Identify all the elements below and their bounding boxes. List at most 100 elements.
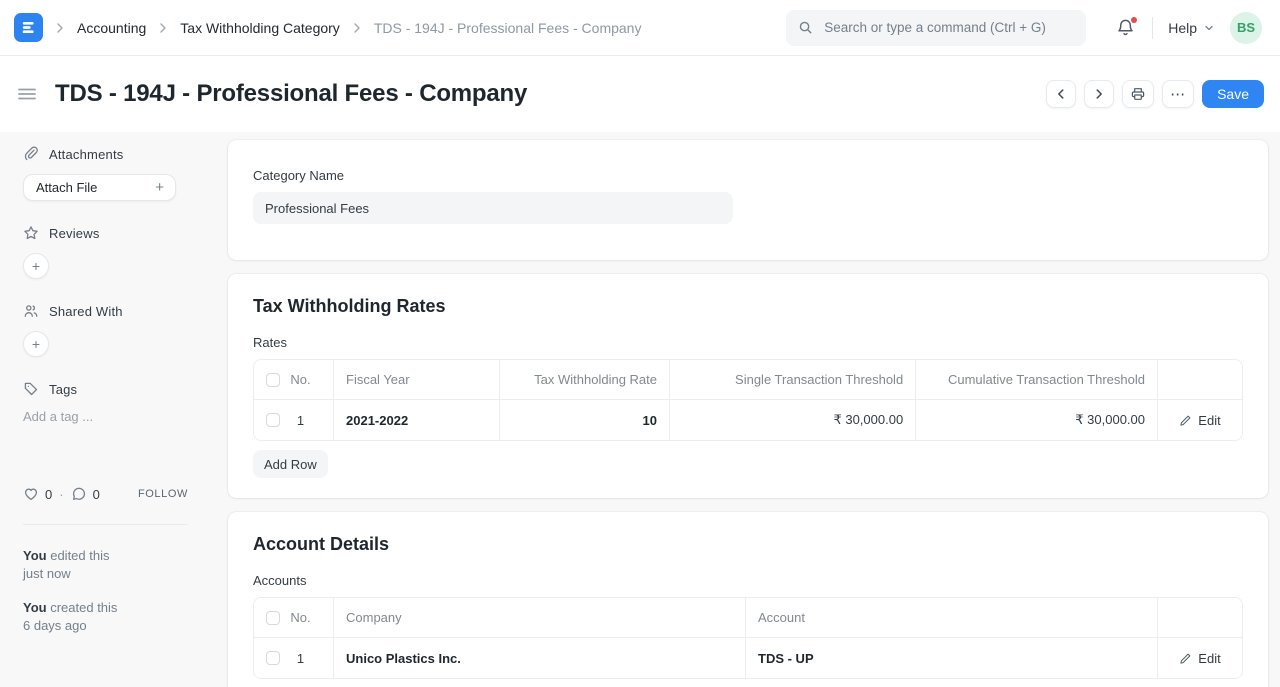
follow-button[interactable]: FOLLOW [138, 488, 188, 500]
column-tax-withholding-rate: Tax Withholding Rate [500, 360, 670, 399]
save-button[interactable]: Save [1202, 80, 1264, 108]
divider [1152, 17, 1153, 39]
column-edit [1158, 598, 1242, 637]
column-company: Company [334, 598, 746, 637]
cumulative-transaction-threshold-cell[interactable]: ₹ 30,000.00 [916, 400, 1158, 440]
section-title: Tax Withholding Rates [253, 296, 1243, 317]
chevron-left-icon [1054, 87, 1068, 101]
heart-icon [23, 486, 39, 502]
tax-withholding-rates-section: Tax Withholding Rates Rates No. Fiscal Y… [228, 274, 1268, 498]
rates-table-label: Rates [253, 335, 1243, 350]
like-button[interactable]: 0 [23, 486, 52, 502]
row-index: 1 [280, 413, 321, 428]
edit-row-button[interactable]: Edit [1179, 413, 1220, 428]
pencil-icon [1179, 414, 1192, 427]
breadcrumb-tax-withholding-category[interactable]: Tax Withholding Category [180, 20, 340, 36]
tags-section: Tags Add a tag ... [23, 381, 228, 424]
plus-icon: + [32, 258, 40, 274]
column-fiscal-year: Fiscal Year [334, 360, 500, 399]
tags-label: Tags [49, 382, 77, 397]
row-checkbox[interactable] [266, 413, 280, 427]
tax-withholding-rate-cell[interactable]: 10 [500, 400, 670, 440]
reviews-label: Reviews [49, 226, 100, 241]
rates-row-1: 1 2021-2022 10 ₹ 30,000.00 ₹ 30,000.00 E… [254, 400, 1242, 440]
count-separator: · [59, 487, 63, 502]
edit-label: Edit [1198, 413, 1220, 428]
printer-icon [1130, 86, 1146, 102]
plus-icon: + [155, 180, 164, 195]
tag-icon [23, 381, 39, 397]
account-details-section: Account Details Accounts No. Company Acc… [228, 512, 1268, 687]
category-name-label: Category Name [253, 168, 1243, 183]
column-single-transaction-threshold: Single Transaction Threshold [670, 360, 916, 399]
navbar: Accounting Tax Withholding Category TDS … [0, 0, 1280, 56]
single-transaction-threshold-cell[interactable]: ₹ 30,000.00 [670, 400, 916, 440]
like-count: 0 [45, 487, 52, 502]
row-checkbox[interactable] [266, 651, 280, 665]
help-menu[interactable]: Help [1168, 20, 1215, 36]
erpnext-logo-icon [20, 19, 37, 36]
breadcrumb-accounting[interactable]: Accounting [77, 20, 146, 36]
global-search[interactable] [786, 10, 1086, 46]
ellipsis-icon: ⋯ [1170, 87, 1186, 102]
users-icon [23, 303, 39, 319]
attach-file-label: Attach File [36, 180, 97, 195]
company-cell[interactable]: Unico Plastics Inc. [334, 638, 746, 678]
select-all-checkbox[interactable] [266, 611, 280, 625]
created-info: You created this 6 days ago [23, 599, 228, 635]
hamburger-icon [18, 86, 36, 102]
notifications-button[interactable] [1114, 16, 1137, 39]
paperclip-icon [23, 146, 39, 162]
attachments-section: Attachments Attach File + [23, 146, 228, 201]
chevron-down-icon [1203, 22, 1215, 34]
search-input[interactable] [822, 19, 1074, 36]
form-sidebar: Attachments Attach File + Reviews + [0, 140, 228, 687]
add-tag-input[interactable]: Add a tag ... [23, 409, 93, 424]
details-section: Category Name [228, 140, 1268, 260]
sidebar-toggle-button[interactable] [16, 84, 38, 104]
breadcrumb-current-document: TDS - 194J - Professional Fees - Company [374, 20, 642, 36]
category-name-input[interactable] [253, 192, 733, 224]
section-title: Account Details [253, 534, 1243, 555]
next-document-button[interactable] [1084, 80, 1114, 108]
attach-file-button[interactable]: Attach File + [23, 174, 176, 201]
column-account: Account [746, 598, 1158, 637]
add-share-button[interactable]: + [23, 331, 49, 357]
select-all-checkbox[interactable] [266, 373, 280, 387]
chevron-right-icon [155, 20, 171, 36]
navbar-right: Help BS [1114, 12, 1262, 44]
edited-info: You edited this just now [23, 547, 228, 583]
breadcrumb: Accounting Tax Withholding Category TDS … [14, 13, 641, 42]
rates-header-row: No. Fiscal Year Tax Withholding Rate Sin… [254, 360, 1242, 400]
column-edit [1158, 360, 1242, 399]
search-icon [798, 20, 813, 35]
reviews-section: Reviews + [23, 225, 228, 279]
chevron-right-icon [1092, 87, 1106, 101]
avatar[interactable]: BS [1230, 12, 1262, 44]
more-options-button[interactable]: ⋯ [1162, 80, 1194, 108]
page-title: TDS - 194J - Professional Fees - Company [55, 80, 527, 108]
page-head: TDS - 194J - Professional Fees - Company… [0, 56, 1280, 132]
created-action: created this [50, 600, 117, 615]
edit-row-button[interactable]: Edit [1179, 651, 1220, 666]
attachments-label: Attachments [49, 147, 123, 162]
accounts-table-label: Accounts [253, 573, 1243, 588]
created-when: 6 days ago [23, 617, 228, 635]
notification-dot [1131, 17, 1137, 23]
account-cell[interactable]: TDS - UP [746, 638, 1158, 678]
engagement-row: 0 · 0 FOLLOW [23, 486, 228, 502]
comments-button[interactable]: 0 [71, 486, 100, 502]
divider [23, 524, 188, 525]
add-review-button[interactable]: + [23, 253, 49, 279]
rates-grid: No. Fiscal Year Tax Withholding Rate Sin… [253, 359, 1243, 441]
edited-when: just now [23, 565, 228, 583]
row-index: 1 [280, 651, 321, 666]
fiscal-year-cell[interactable]: 2021-2022 [334, 400, 500, 440]
edited-action: edited this [50, 548, 109, 563]
edit-label: Edit [1198, 651, 1220, 666]
print-button[interactable] [1122, 80, 1154, 108]
app-logo[interactable] [14, 13, 43, 42]
add-row-button[interactable]: Add Row [253, 450, 328, 478]
column-cumulative-transaction-threshold: Cumulative Transaction Threshold [916, 360, 1158, 399]
prev-document-button[interactable] [1046, 80, 1076, 108]
